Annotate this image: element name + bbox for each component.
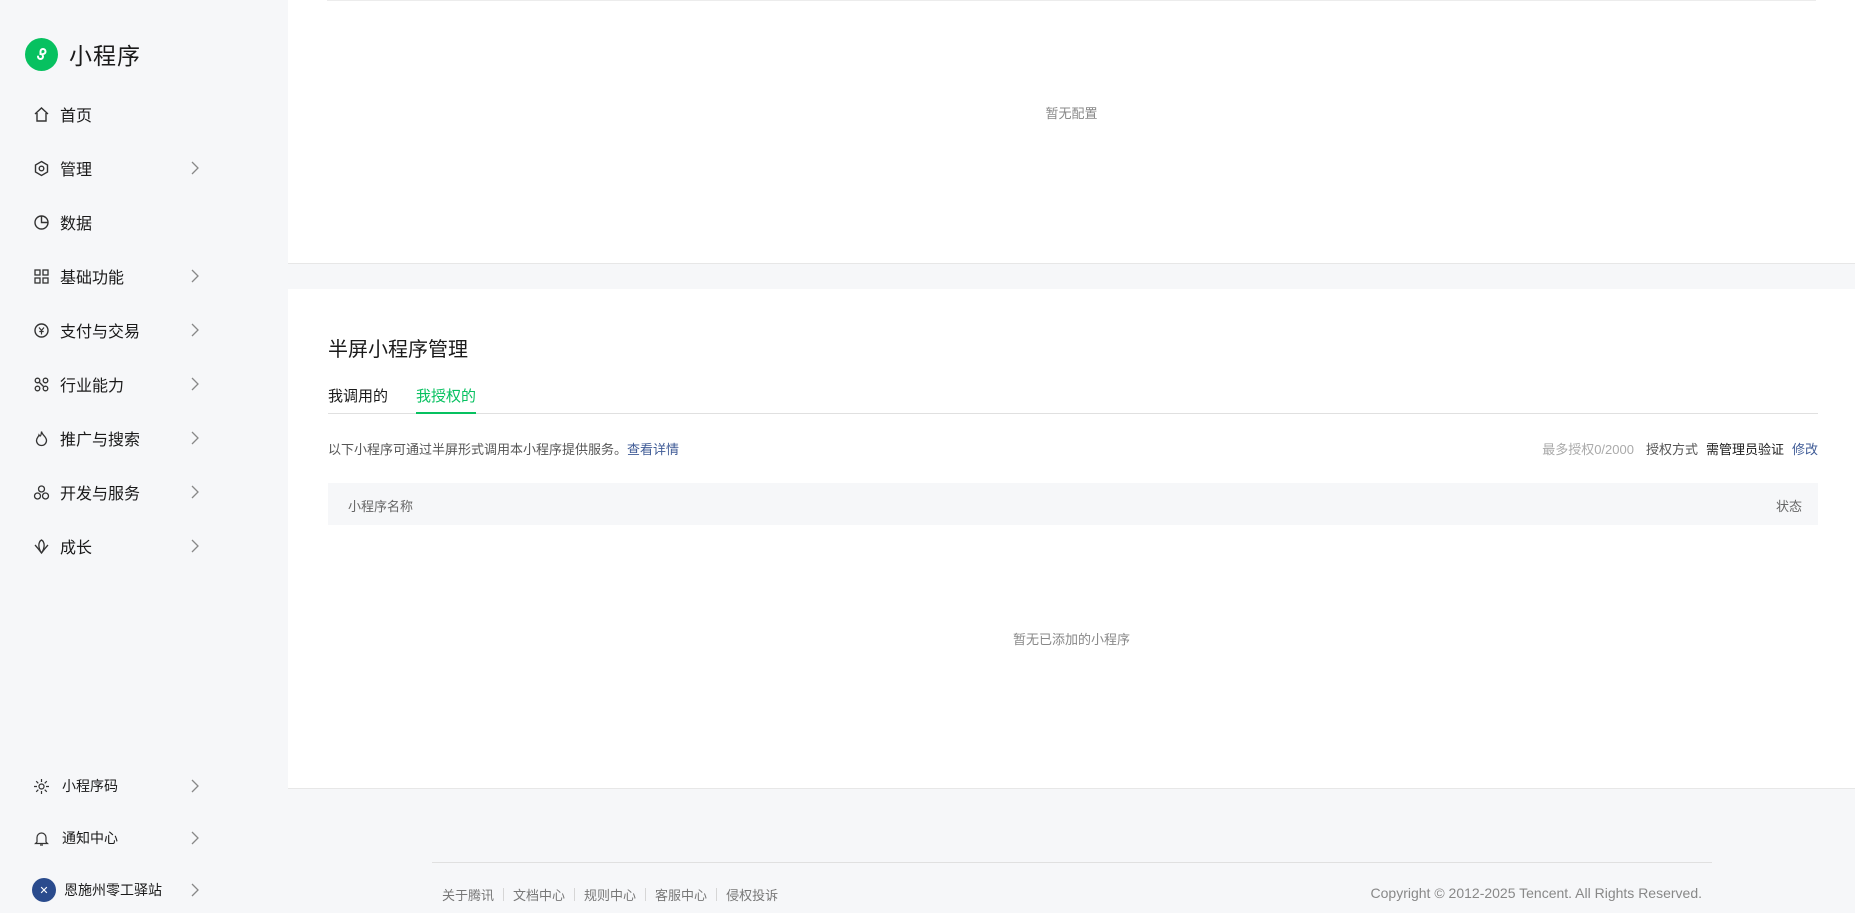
auth-method-label: 授权方式	[1645, 442, 1698, 457]
yen-icon	[32, 321, 50, 339]
sidebar: 小程序 首页 管理 数据 基础功能 支付与交易 行业能力 推广与搜索 开发与服务…	[0, 0, 288, 913]
half-screen-management-card: 半屏小程序管理 我调用的 我授权的 以下小程序可通过半屏形式调用本小程序提供服务…	[288, 289, 1855, 789]
divider	[716, 888, 718, 901]
empty-config-text: 暂无配置	[1045, 106, 1098, 121]
chevron-right-icon	[191, 161, 199, 175]
section-title: 半屏小程序管理	[328, 339, 468, 361]
chevron-right-icon	[191, 431, 199, 445]
column-header-name: 小程序名称	[348, 499, 414, 514]
config-card: 暂无配置	[288, 0, 1855, 264]
sidebar-item-notifications[interactable]: 通知中心	[32, 823, 202, 853]
sidebar-item-payment[interactable]: 支付与交易	[32, 315, 202, 345]
sidebar-item-label: 开发与服务	[60, 486, 141, 503]
sidebar-item-data[interactable]: 数据	[32, 207, 202, 237]
column-header-status: 状态	[1775, 499, 1802, 514]
home-icon	[32, 105, 50, 123]
app-logo[interactable]: 小程序	[25, 37, 141, 71]
table-header: 小程序名称 状态	[328, 483, 1818, 525]
sidebar-item-label: 管理	[60, 162, 93, 179]
tab-called-by-me[interactable]: 我调用的	[328, 385, 388, 414]
sidebar-item-label: 行业能力	[60, 378, 125, 395]
copyright: Copyright © 2012-2025 Tencent. All Right…	[1370, 885, 1702, 901]
divider	[645, 888, 647, 901]
settings-hexagon-icon	[32, 159, 50, 177]
dev-icon	[32, 483, 50, 501]
miniprogram-logo-icon	[25, 37, 58, 71]
sidebar-item-label: 推广与搜索	[60, 432, 141, 449]
sidebar-item-industry[interactable]: 行业能力	[32, 369, 202, 399]
pie-chart-icon	[32, 213, 50, 231]
chevron-right-icon	[191, 323, 199, 337]
sidebar-item-qrcode[interactable]: 小程序码	[32, 771, 202, 801]
description-text: 以下小程序可通过半屏形式调用本小程序提供服务。	[328, 442, 628, 457]
empty-table-text: 暂无已添加的小程序	[1012, 632, 1130, 647]
tab-bar: 我调用的 我授权的	[328, 385, 1818, 414]
sidebar-item-label: 成长	[60, 540, 93, 557]
growth-icon	[32, 537, 50, 555]
sidebar-item-development[interactable]: 开发与服务	[32, 477, 202, 507]
divider	[574, 888, 576, 901]
auth-info: 最多授权0/2000 授权方式 需管理员验证 修改	[1542, 439, 1818, 458]
footer-links: 关于腾讯 文档中心 规则中心 客服中心 侵权投诉	[442, 885, 778, 904]
modify-link[interactable]: 修改	[1792, 439, 1818, 458]
sidebar-item-manage[interactable]: 管理	[32, 153, 202, 183]
sidebar-item-account[interactable]: ✕ 恩施州零工驿站	[32, 875, 202, 905]
sidebar-item-growth[interactable]: 成长	[32, 531, 202, 561]
chevron-right-icon	[191, 269, 199, 283]
grid-icon	[32, 267, 50, 285]
sidebar-item-home[interactable]: 首页	[32, 99, 202, 129]
chevron-right-icon	[191, 831, 199, 845]
footer-link-rules[interactable]: 规则中心	[584, 885, 636, 904]
auth-method-value: 需管理员验证	[1705, 442, 1784, 457]
divider	[503, 888, 505, 901]
view-details-link[interactable]: 查看详情	[627, 442, 679, 457]
divider	[327, 0, 1816, 1]
sidebar-item-label: 首页	[60, 108, 93, 125]
sidebar-item-label: 支付与交易	[60, 324, 141, 341]
footer-link-complaint[interactable]: 侵权投诉	[726, 885, 778, 904]
avatar: ✕	[32, 878, 56, 902]
account-name: 恩施州零工驿站	[64, 882, 162, 898]
sidebar-item-label: 数据	[60, 216, 93, 233]
sidebar-item-label: 小程序码	[62, 778, 118, 794]
flame-icon	[32, 429, 50, 447]
app-title: 小程序	[69, 43, 141, 69]
footer-link-support[interactable]: 客服中心	[655, 885, 707, 904]
section-description: 以下小程序可通过半屏形式调用本小程序提供服务。查看详情	[328, 439, 679, 458]
chevron-right-icon	[191, 485, 199, 499]
chevron-right-icon	[191, 377, 199, 391]
sidebar-item-label: 通知中心	[62, 830, 118, 846]
footer-link-about[interactable]: 关于腾讯	[442, 885, 494, 904]
qrcode-sun-icon	[32, 777, 50, 795]
footer: 关于腾讯 文档中心 规则中心 客服中心 侵权投诉 Copyright © 201…	[432, 862, 1712, 903]
tab-authorized-by-me[interactable]: 我授权的	[416, 385, 477, 414]
industry-icon	[32, 375, 50, 393]
bell-icon	[32, 829, 50, 847]
max-auth-count: 最多授权0/2000	[1542, 442, 1634, 457]
sidebar-item-label: 基础功能	[60, 270, 125, 287]
footer-link-docs[interactable]: 文档中心	[513, 885, 565, 904]
chevron-right-icon	[191, 779, 199, 793]
sidebar-item-promotion[interactable]: 推广与搜索	[32, 423, 202, 453]
chevron-right-icon	[191, 539, 199, 553]
chevron-right-icon	[191, 883, 199, 897]
sidebar-item-basic-functions[interactable]: 基础功能	[32, 261, 202, 291]
